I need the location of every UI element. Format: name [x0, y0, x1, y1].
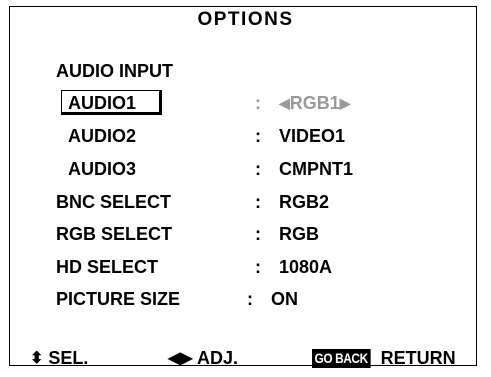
menu-item-value: RGB	[279, 224, 319, 244]
footer-select-label: SEL.	[48, 348, 89, 368]
menu-item-hd-select-value: :1080A	[255, 256, 332, 278]
left-right-arrow-icon: ◀▶	[168, 350, 193, 367]
menu-item-label: BNC SELECT	[56, 192, 172, 212]
menu-item-audio2[interactable]: AUDIO2	[68, 125, 136, 147]
menu-item-value: 1080A	[279, 257, 333, 277]
up-down-arrow-icon: ⬍	[30, 350, 44, 367]
go-back-button-icon[interactable]: GO BACK	[312, 349, 371, 368]
footer-adjust-hint: ◀▶ ADJ.	[168, 347, 238, 370]
menu-item-value: VIDEO1	[279, 126, 346, 146]
separator: :	[255, 224, 261, 244]
menu-item-picture-size-value: : ON	[247, 288, 298, 310]
menu-item-bnc-select-value: : RGB2	[255, 191, 329, 213]
right-arrow-icon[interactable]: ▶	[340, 95, 351, 111]
menu-item-value: ON	[271, 289, 298, 309]
footer-adjust-label: ADJ.	[196, 348, 238, 368]
footer-select-hint: ⬍ SEL.	[30, 347, 88, 370]
menu-item-rgb-select-value: : RGB	[255, 223, 319, 245]
menu-item-bnc-select[interactable]: BNC SELECT	[56, 191, 171, 213]
menu-item-label: HD SELECT	[56, 257, 159, 277]
menu-item-label: AUDIO3	[68, 159, 137, 179]
menu-item-value: CMPNT1	[279, 159, 354, 179]
separator: :	[255, 126, 261, 146]
separator: :	[255, 257, 261, 277]
section-label-audio-input: AUDIO INPUT	[56, 61, 173, 81]
separator: :	[255, 93, 261, 113]
menu-item-value: RGB1	[289, 93, 340, 113]
menu-item-audio2-value: : VIDEO1	[255, 125, 345, 147]
menu-item-audio1-value[interactable]: : ◀RGB1▶	[255, 92, 351, 114]
menu-item-audio3[interactable]: AUDIO3	[68, 158, 136, 180]
separator: :	[255, 192, 261, 212]
menu-item-rgb-select[interactable]: RGB SELECT	[56, 223, 172, 245]
separator: :	[247, 289, 253, 309]
menu-item-hd-select[interactable]: HD SELECT	[56, 256, 158, 278]
menu-item-label: RGB SELECT	[56, 224, 173, 244]
menu-item-label: AUDIO2	[68, 126, 137, 146]
menu-item-audio3-value: : CMPNT1	[255, 158, 353, 180]
menu-item-audio1[interactable]: AUDIO1	[68, 92, 136, 114]
menu-item-label: AUDIO1	[68, 93, 137, 113]
menu-item-value: RGB2	[279, 192, 330, 212]
menu-item-picture-size[interactable]: PICTURE SIZE	[56, 288, 180, 310]
footer-return-label: RETURN	[380, 348, 456, 368]
separator: :	[255, 159, 261, 179]
left-arrow-icon[interactable]: ◀	[279, 95, 290, 111]
menu-title: OPTIONS	[197, 9, 294, 30]
footer-return-hint[interactable]: GO BACK RETURN	[312, 347, 456, 369]
menu-item-label: PICTURE SIZE	[56, 289, 181, 309]
